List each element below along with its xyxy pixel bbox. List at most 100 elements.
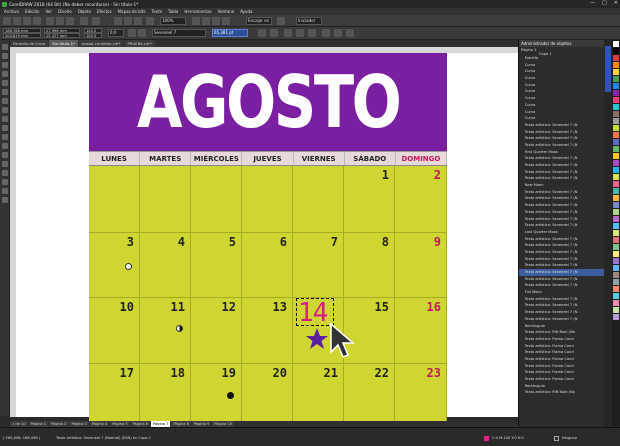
rectangle-tool-icon[interactable] <box>2 98 8 104</box>
color-swatch[interactable] <box>613 251 619 257</box>
color-swatch[interactable] <box>613 139 619 145</box>
tree-item[interactable]: First Quarter Moon <box>519 149 605 156</box>
tree-item[interactable]: Texto artístico: Flama Cond <box>519 349 605 356</box>
day-number[interactable]: 1 <box>382 168 389 182</box>
rulers-icon[interactable] <box>202 17 210 25</box>
day-number[interactable]: 2 <box>434 168 441 182</box>
shape-tool-icon[interactable] <box>2 53 8 59</box>
color-swatch[interactable] <box>613 90 619 96</box>
tab-prueba[interactable]: PRUEBA.cdr* <box>124 40 155 47</box>
tree-item[interactable]: Texto artístico: Seveneel 7 (N <box>519 222 605 229</box>
color-swatch[interactable] <box>613 237 619 243</box>
tree-item[interactable]: Texto artístico: Seveneel 7 (N <box>519 202 605 209</box>
day-cell[interactable]: 1 <box>344 166 395 233</box>
tree-item[interactable]: Curva <box>519 88 605 95</box>
close-button[interactable]: ✕ <box>614 0 618 6</box>
color-swatch[interactable] <box>613 216 619 222</box>
menu-archivo[interactable]: Archivo <box>4 9 19 14</box>
height-field[interactable]: 15,327 mm <box>44 33 80 38</box>
publish-pdf-icon[interactable] <box>146 17 154 25</box>
first-quarter-moon-icon[interactable] <box>176 325 183 332</box>
color-eyedropper-tool-icon[interactable] <box>2 170 8 176</box>
guidelines-icon[interactable] <box>222 17 230 25</box>
day-number[interactable]: 3 <box>127 235 134 249</box>
tree-item[interactable]: Rectángulo <box>519 323 605 330</box>
day-cell[interactable]: 9 <box>395 233 447 298</box>
day-number[interactable]: 16 <box>427 300 441 314</box>
tree-item[interactable]: Full Moon <box>519 289 605 296</box>
minimize-button[interactable]: — <box>590 0 595 6</box>
weekday-lunes[interactable]: LUNES <box>89 152 141 165</box>
color-swatch[interactable] <box>613 104 619 110</box>
tree-item[interactable]: Texto artístico: Seveneel 7 (N <box>519 276 605 283</box>
tree-item[interactable]: Texto artístico: Seveneel 7 (N <box>519 216 605 223</box>
color-swatch[interactable] <box>613 118 619 124</box>
export-icon[interactable] <box>134 17 142 25</box>
day-cell[interactable]: 13 <box>242 298 293 364</box>
tree-item[interactable]: Texto artístico: Seveneel 7 (N <box>519 195 605 202</box>
print-icon[interactable] <box>33 17 41 25</box>
day-cell[interactable]: 17 <box>89 364 140 421</box>
day-cell[interactable]: 7 <box>293 233 344 298</box>
tree-item[interactable]: Texto artístico: Seveneel 7 (N <box>519 135 605 142</box>
tree-item[interactable]: Texto artístico: Seveneel 7 (N <box>519 189 605 196</box>
weekday-viernes[interactable]: VIERNES <box>294 152 345 165</box>
crop-tool-icon[interactable] <box>2 62 8 68</box>
color-swatch[interactable] <box>613 111 619 117</box>
day-cell[interactable]: 2 <box>395 166 447 233</box>
color-swatch[interactable] <box>613 76 619 82</box>
bold-icon[interactable] <box>258 29 266 37</box>
new-document-icon[interactable] <box>3 17 11 25</box>
text-align-icon[interactable] <box>284 29 292 37</box>
menu-ventana[interactable]: Ventana <box>218 9 234 14</box>
object-manager-tab[interactable] <box>605 46 611 92</box>
zoom-level-select[interactable]: 100% <box>160 17 186 25</box>
color-swatch[interactable] <box>613 167 619 173</box>
tree-item[interactable]: New Moon <box>519 182 605 189</box>
color-swatch[interactable] <box>613 153 619 159</box>
tree-item[interactable]: Texto artístico: Seveneel 7 (N <box>519 282 605 289</box>
day-number[interactable]: 17 <box>120 366 134 380</box>
color-swatch[interactable] <box>613 41 619 47</box>
font-list-dropdown[interactable]: Seveneel 7 <box>152 29 206 37</box>
vertical-text-icon[interactable] <box>334 29 342 37</box>
menu-ver[interactable]: Ver <box>45 9 52 14</box>
menu-efectos[interactable]: Efectos <box>97 9 112 14</box>
day-cell[interactable]: 19 <box>191 364 242 421</box>
color-swatch[interactable] <box>613 230 619 236</box>
full-moon-icon[interactable] <box>125 263 132 270</box>
day-cell[interactable]: 22 <box>344 364 395 421</box>
day-number[interactable]: 21 <box>324 366 338 380</box>
tree-item[interactable]: Rectángulo <box>519 383 605 390</box>
tree-item[interactable]: Texto artístico: Seveneel 7 (N <box>519 209 605 216</box>
day-number[interactable]: 5 <box>229 235 236 249</box>
polygon-tool-icon[interactable] <box>2 116 8 122</box>
day-cell[interactable]: 14 <box>293 298 355 364</box>
tree-item[interactable]: Texto artístico: Seveneel 7 (N <box>519 309 605 316</box>
color-swatch[interactable] <box>613 125 619 131</box>
day-cell[interactable]: 20 <box>242 364 293 421</box>
color-swatch[interactable] <box>613 188 619 194</box>
menu-mapas-de-bits[interactable]: Mapas de bits <box>118 9 146 14</box>
color-swatch[interactable] <box>613 244 619 250</box>
day-cell[interactable]: 11 <box>140 298 191 364</box>
color-swatch[interactable] <box>613 83 619 89</box>
tree-item[interactable]: Texto artístico: Seveneel 7 (N <box>519 262 605 269</box>
color-swatch[interactable] <box>613 307 619 313</box>
tree-item[interactable]: Curva <box>519 75 605 82</box>
day-cell[interactable]: 23 <box>395 364 447 421</box>
color-swatch[interactable] <box>613 146 619 152</box>
tree-item[interactable]: Curva <box>519 109 605 116</box>
color-swatch[interactable] <box>613 48 619 54</box>
day-cell[interactable] <box>191 166 242 233</box>
mirror-vertical-icon[interactable] <box>138 29 146 37</box>
tree-item[interactable]: Curva <box>519 62 605 69</box>
tree-item[interactable]: Curva <box>519 95 605 102</box>
color-swatch[interactable] <box>613 160 619 166</box>
day-number[interactable]: 11 <box>171 300 185 314</box>
day-number[interactable]: 6 <box>280 235 287 249</box>
color-swatch[interactable] <box>613 258 619 264</box>
tree-item[interactable]: Texto artístico: Seveneel 7 (N <box>519 162 605 169</box>
day-number[interactable]: 18 <box>171 366 185 380</box>
redo-icon[interactable] <box>92 17 100 25</box>
